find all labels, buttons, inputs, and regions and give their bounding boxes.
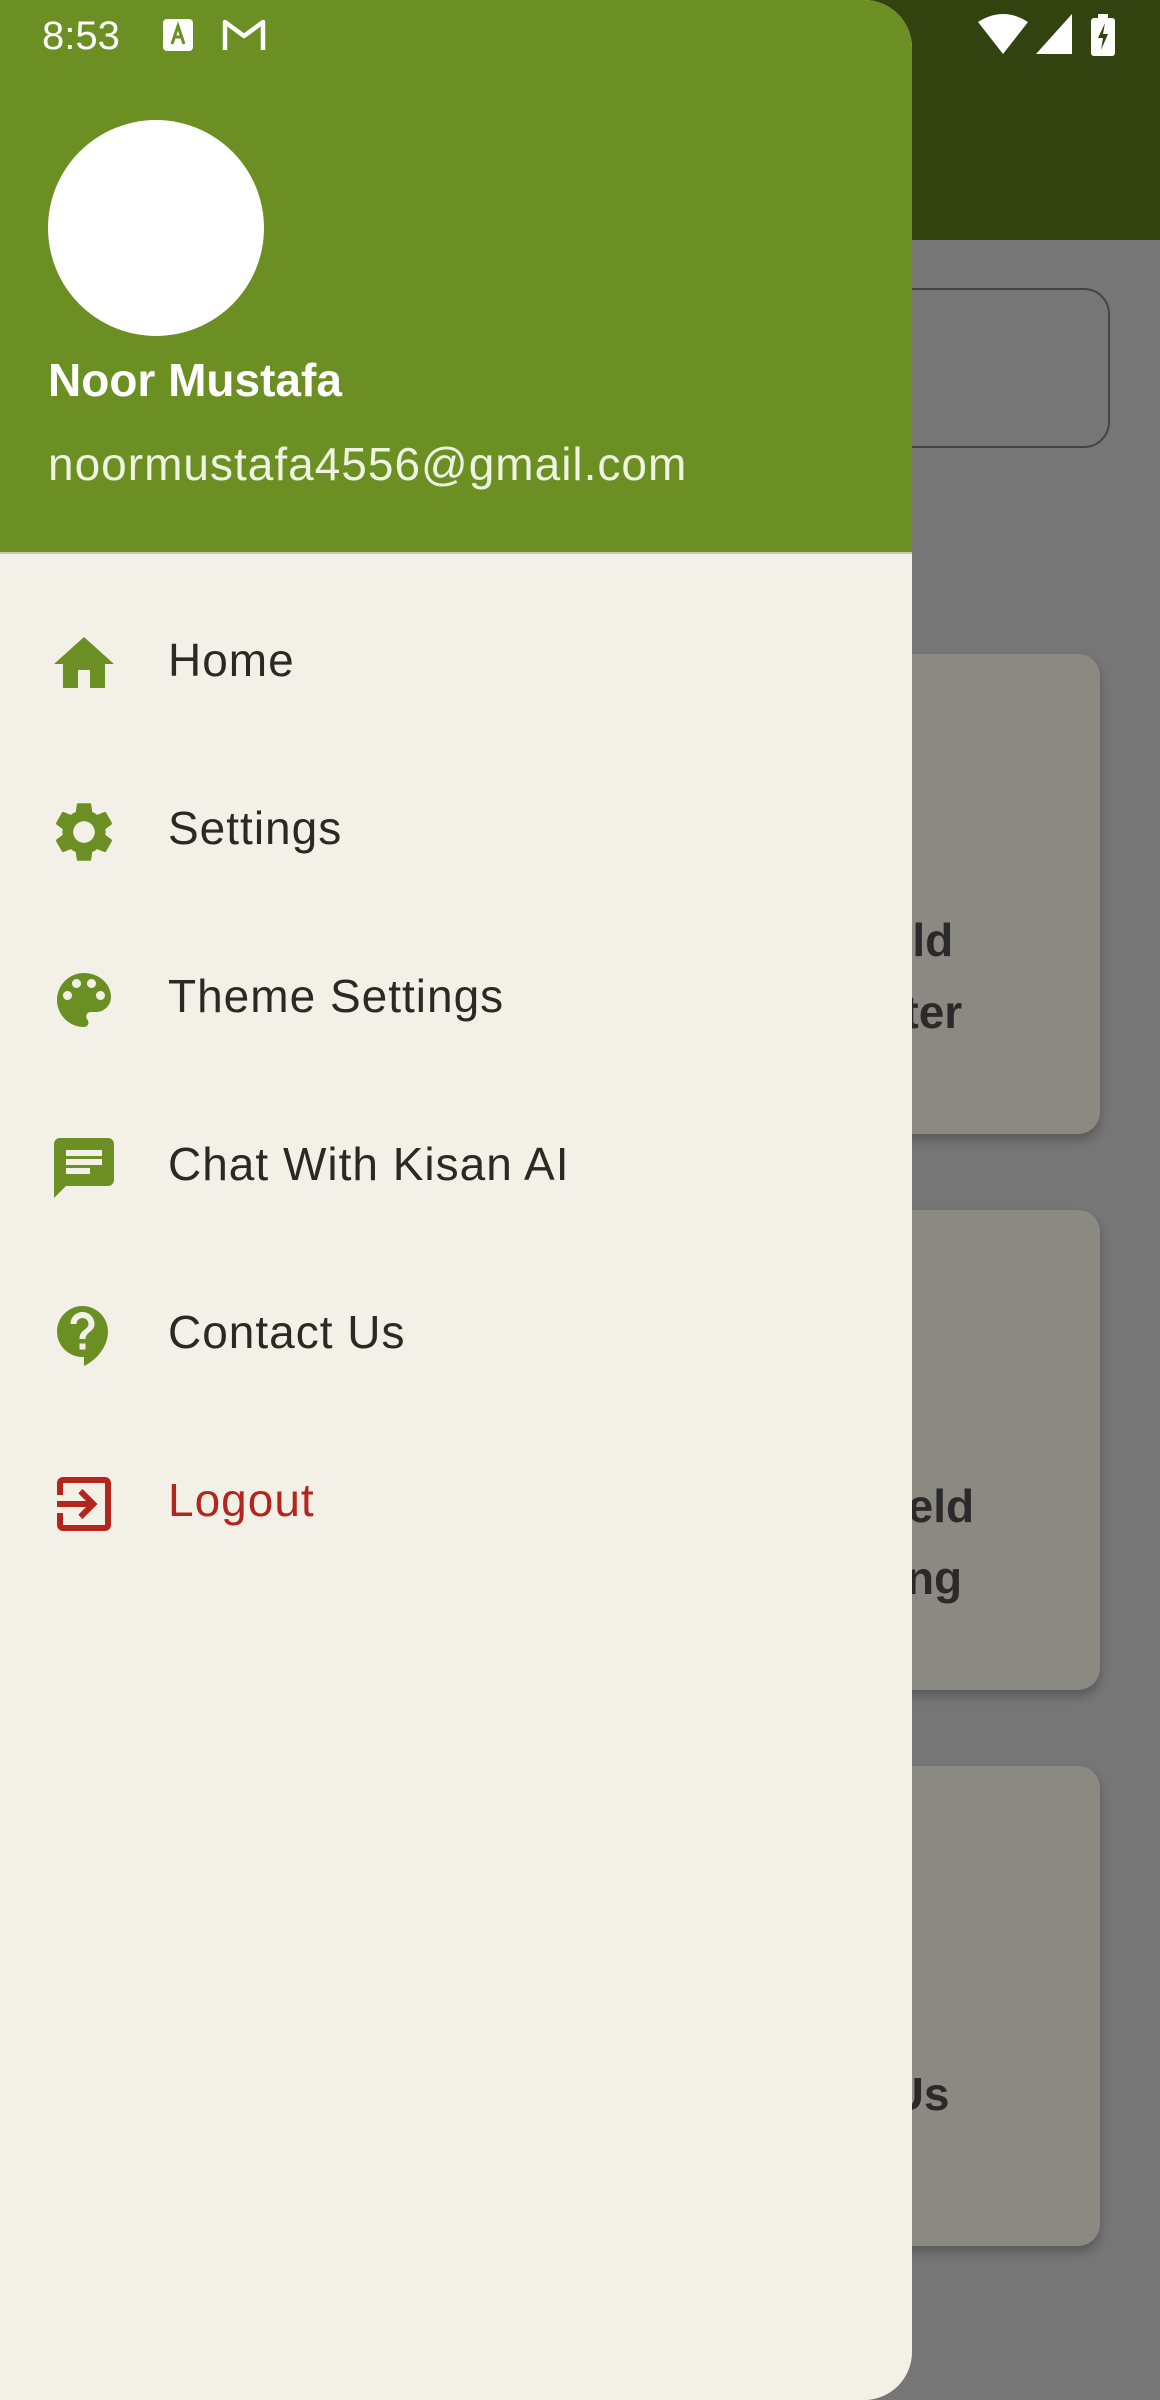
- user-email: noormustafa4556@gmail.com: [48, 438, 688, 490]
- palette-icon: [57, 973, 111, 1027]
- menu-item-label: Settings: [168, 802, 343, 854]
- gear-icon: [55, 803, 113, 861]
- battery-charging-icon: [1091, 14, 1115, 56]
- status-time: 8:53: [42, 14, 120, 58]
- avatar[interactable]: [48, 120, 264, 336]
- status-bar: 8:53: [0, 0, 1160, 72]
- text-recognition-icon: [163, 19, 193, 51]
- wifi-icon: [978, 14, 1028, 54]
- menu-item-label: Home: [168, 634, 295, 686]
- drawer-header: Noor Mustafa noormustafa4556@gmail.com: [0, 0, 912, 554]
- menu-item-label: Logout: [168, 1474, 315, 1526]
- menu-item-logout[interactable]: Logout: [0, 1416, 912, 1584]
- gmail-icon: [222, 19, 266, 50]
- menu-item-settings[interactable]: Settings: [0, 744, 912, 912]
- menu-item-label: Contact Us: [168, 1306, 406, 1358]
- user-name: Noor Mustafa: [48, 354, 342, 406]
- menu-item-label: Chat With Kisan AI: [168, 1138, 570, 1190]
- navigation-drawer: Noor Mustafa noormustafa4556@gmail.com H…: [0, 0, 912, 2400]
- menu-item-home[interactable]: Home: [0, 576, 912, 744]
- screen: eld ster Yield ting Us Noor Mustafa noor…: [0, 0, 1160, 2400]
- menu-item-label: Theme Settings: [168, 970, 505, 1022]
- chat-icon: [54, 1138, 114, 1198]
- signal-icon: [1036, 14, 1072, 54]
- menu-item-chat-with-kisan-ai[interactable]: Chat With Kisan AI: [0, 1080, 912, 1248]
- menu-item-contact-us[interactable]: Contact Us: [0, 1248, 912, 1416]
- home-icon: [54, 637, 114, 688]
- logout-icon: [57, 1477, 111, 1531]
- help-icon: [57, 1306, 108, 1366]
- menu-item-theme-settings[interactable]: Theme Settings: [0, 912, 912, 1080]
